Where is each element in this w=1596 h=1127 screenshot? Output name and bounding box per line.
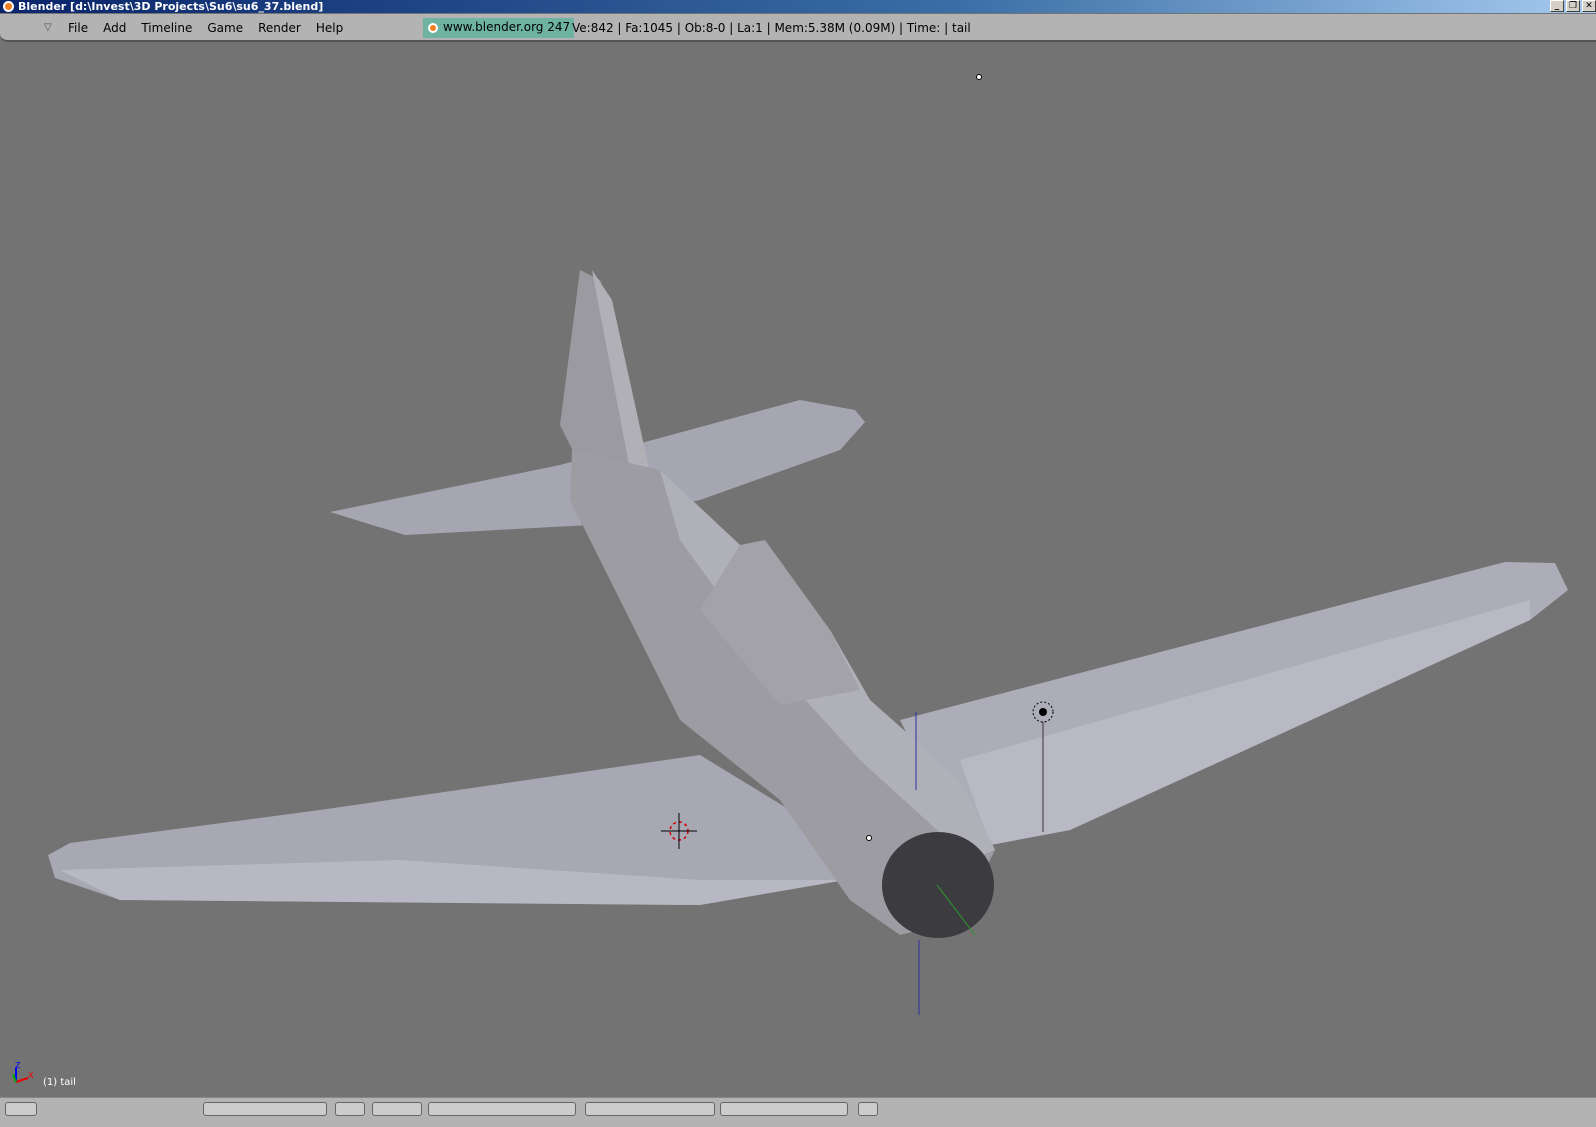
axis-gizmo-icon: Z X: [12, 1061, 34, 1083]
title-bar: Blender [d:\Invest\3D Projects\Su6\su6_3…: [0, 0, 1596, 13]
menu-add[interactable]: Add: [103, 21, 126, 35]
blender-org-badge[interactable]: www.blender.org 247: [423, 18, 575, 38]
menu-file[interactable]: File: [68, 21, 88, 35]
collapse-menu-icon[interactable]: ▽: [44, 22, 52, 33]
pivot-button[interactable]: [372, 1102, 422, 1116]
active-object-label: (1) tail: [43, 1077, 76, 1088]
scene-stats: Ve:842 | Fa:1045 | Ob:8-0 | La:1 | Mem:5…: [572, 21, 971, 35]
object-origin-icon: [866, 835, 872, 841]
menu-help[interactable]: Help: [316, 21, 343, 35]
badge-label: www.blender.org 247: [443, 20, 571, 34]
menu-timeline[interactable]: Timeline: [141, 21, 192, 35]
blender-logo-icon: [3, 1, 14, 12]
layer-buttons[interactable]: [585, 1102, 715, 1116]
object-origin-icon: [976, 74, 982, 80]
blender-icon: [428, 23, 438, 33]
axis-x-label: X: [28, 1071, 34, 1080]
axis-z-label: Z: [15, 1061, 21, 1070]
snap-buttons[interactable]: [720, 1102, 848, 1116]
close-button[interactable]: ✕: [1582, 0, 1596, 12]
viewport-header: [0, 1097, 1596, 1127]
restore-button[interactable]: ❐: [1566, 0, 1580, 12]
draw-type-button[interactable]: [335, 1102, 365, 1116]
minimize-button[interactable]: _: [1550, 0, 1564, 12]
3d-viewport[interactable]: [0, 44, 1596, 1097]
airplane-mesh: [48, 270, 1568, 1015]
propeller-spinner: [882, 832, 994, 938]
mode-select[interactable]: [203, 1102, 327, 1116]
render-preview-button[interactable]: [858, 1102, 878, 1116]
manipulator-buttons[interactable]: [428, 1102, 576, 1116]
menu-render[interactable]: Render: [258, 21, 301, 35]
menu-game[interactable]: Game: [207, 21, 243, 35]
window-title: Blender [d:\Invest\3D Projects\Su6\su6_3…: [18, 0, 324, 13]
editor-type-button[interactable]: [5, 1102, 37, 1116]
menu-bar: ▽ File Add Timeline Game Render Help www…: [0, 14, 1596, 42]
